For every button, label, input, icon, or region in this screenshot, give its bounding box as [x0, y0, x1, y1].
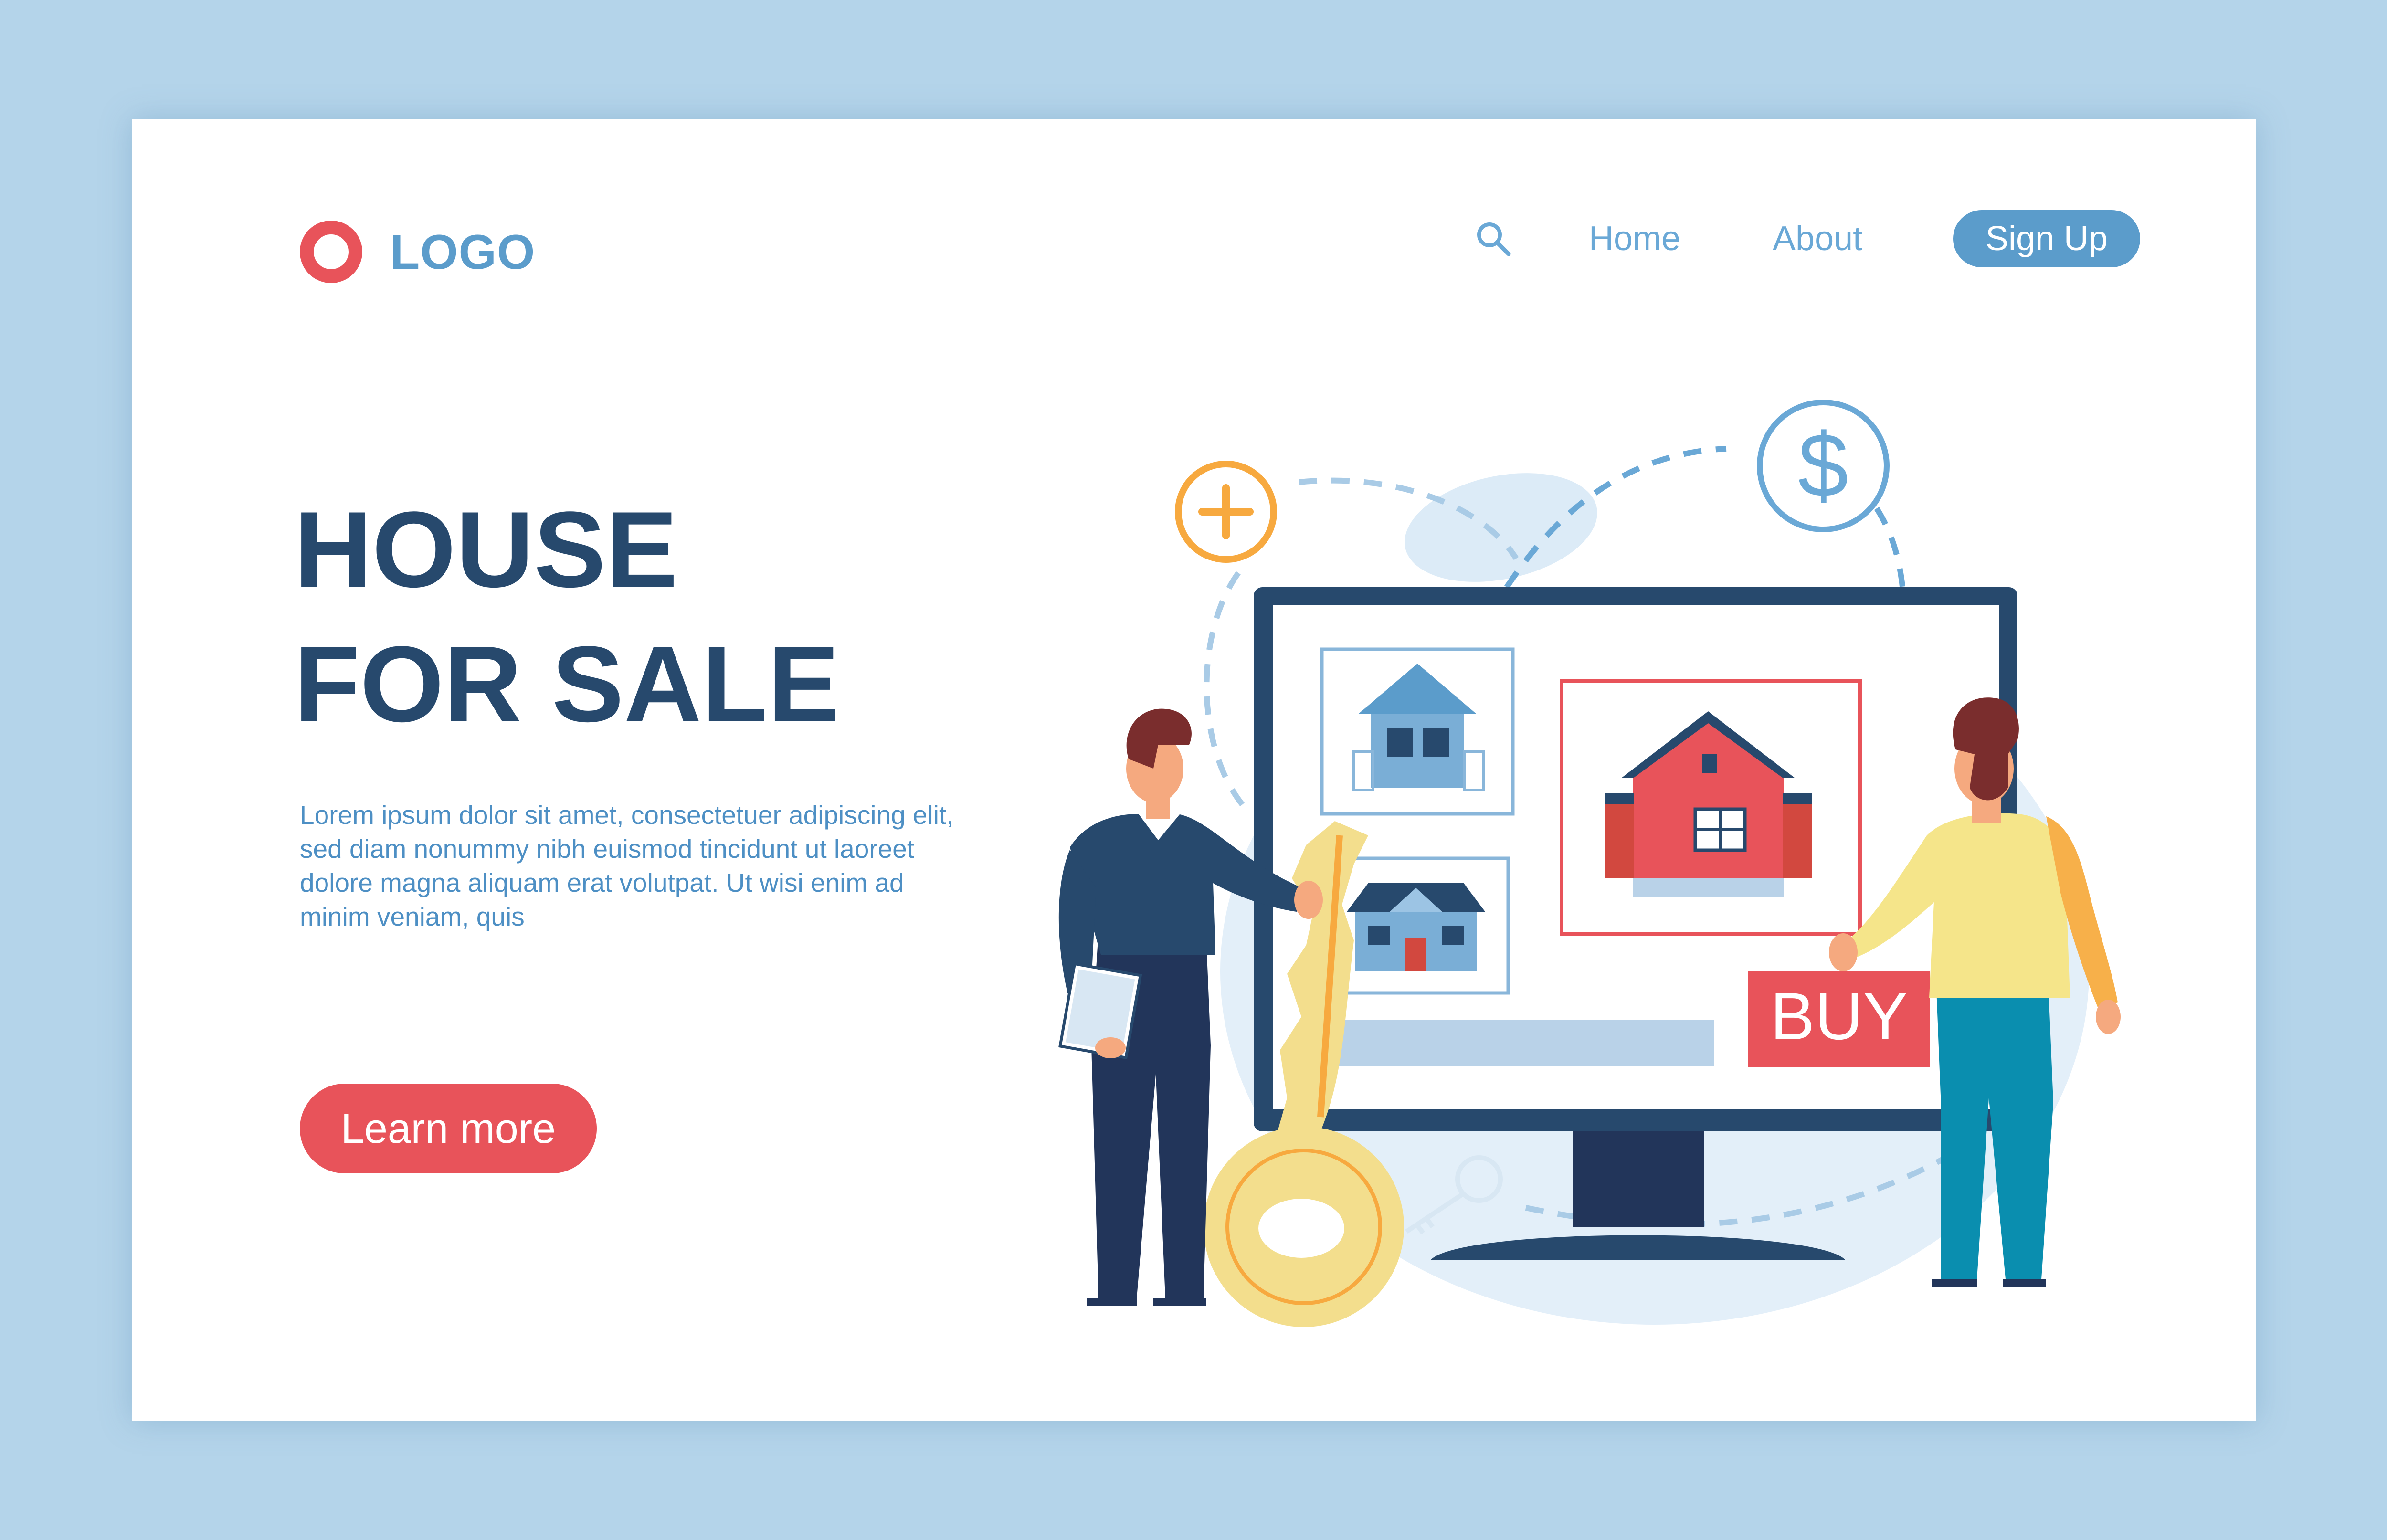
- screen-input-bar: [1318, 1020, 1714, 1066]
- background-blob-small: [1405, 473, 1597, 582]
- listing-card-red-house: [1560, 679, 1862, 936]
- dollar-icon: $: [1757, 400, 1890, 532]
- landing-card: LOGO Home About Sign Up HOUSE FOR SALE L…: [132, 119, 2256, 1421]
- buy-tag: BUY: [1748, 971, 1930, 1067]
- plus-icon: [1175, 461, 1277, 563]
- dashed-path: [1874, 506, 1906, 592]
- dashed-path: [1204, 571, 1246, 809]
- buy-label: BUY: [1770, 979, 1908, 1054]
- real-estate-illustration: $ BUY: [1058, 400, 2121, 1327]
- listing-card-blue-house: [1320, 647, 1515, 816]
- dollar-symbol: $: [1798, 415, 1848, 516]
